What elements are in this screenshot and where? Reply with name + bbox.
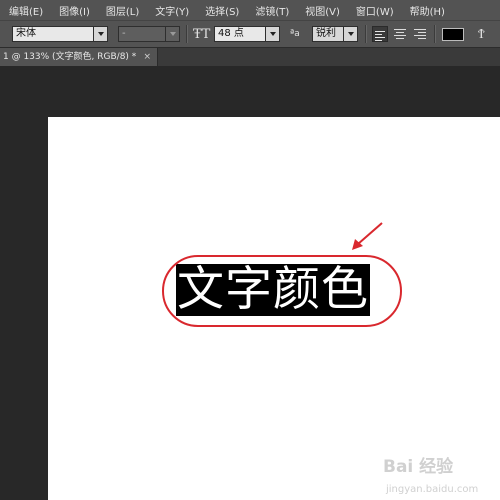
chevron-down-icon <box>169 32 176 36</box>
font-size-select[interactable]: 48 点 <box>214 26 266 42</box>
align-right-icon <box>414 29 426 39</box>
align-center-icon <box>394 29 406 39</box>
annotation-arrow-icon <box>352 222 383 250</box>
watermark-main: Bai 经验 <box>383 457 454 477</box>
warp-text-icon[interactable]: Ϯ <box>478 26 485 43</box>
antialias-dropdown[interactable] <box>344 26 358 42</box>
baidu-watermark: Bai 经验 jingyan.baidu.com <box>383 452 478 497</box>
font-style-dropdown[interactable] <box>166 26 180 42</box>
align-left-icon <box>375 31 385 41</box>
close-icon[interactable]: × <box>143 48 151 66</box>
font-size-icon: ŦT <box>193 27 211 42</box>
options-bar: 宋体 - ŦT 48 点 ªa 锐利 Ϯ <box>0 20 500 48</box>
options-divider <box>365 25 367 43</box>
align-left-button[interactable] <box>372 26 388 42</box>
chevron-down-icon <box>347 32 354 36</box>
antialias-select[interactable]: 锐利 <box>312 26 344 42</box>
align-center-button[interactable] <box>392 26 408 42</box>
menu-image[interactable]: 图像(I) <box>50 3 97 18</box>
font-style-select[interactable]: - <box>118 26 166 42</box>
chevron-down-icon <box>97 32 104 36</box>
font-family-dropdown[interactable] <box>94 26 108 42</box>
font-size-dropdown[interactable] <box>266 26 280 42</box>
menu-filter[interactable]: 滤镜(T) <box>246 3 296 18</box>
font-family-select[interactable]: 宋体 <box>12 26 94 42</box>
menu-layer[interactable]: 图层(L) <box>97 3 146 18</box>
options-divider <box>434 25 436 43</box>
document-tab[interactable]: 1 @ 133% (文字颜色, RGB/8) * × <box>0 48 158 66</box>
menu-view[interactable]: 视图(V) <box>296 3 347 18</box>
menu-select[interactable]: 选择(S) <box>196 3 246 18</box>
document-tab-title: 1 @ 133% (文字颜色, RGB/8) * <box>3 52 137 62</box>
menu-help[interactable]: 帮助(H) <box>401 3 452 18</box>
antialias-icon: ªa <box>290 29 300 39</box>
menu-type[interactable]: 文字(Y) <box>146 3 196 18</box>
highlight-oval <box>162 255 402 327</box>
document-tab-bar: 1 @ 133% (文字颜色, RGB/8) * × <box>0 48 500 66</box>
chevron-down-icon <box>269 32 276 36</box>
menu-window[interactable]: 窗口(W) <box>347 3 401 18</box>
align-right-button[interactable] <box>412 26 428 42</box>
text-color-swatch[interactable] <box>442 28 464 41</box>
options-divider <box>186 25 188 43</box>
menu-edit[interactable]: 编辑(E) <box>0 3 50 18</box>
menu-bar: 编辑(E) 图像(I) 图层(L) 文字(Y) 选择(S) 滤镜(T) 视图(V… <box>0 0 500 20</box>
watermark-sub: jingyan.baidu.com <box>386 484 479 495</box>
